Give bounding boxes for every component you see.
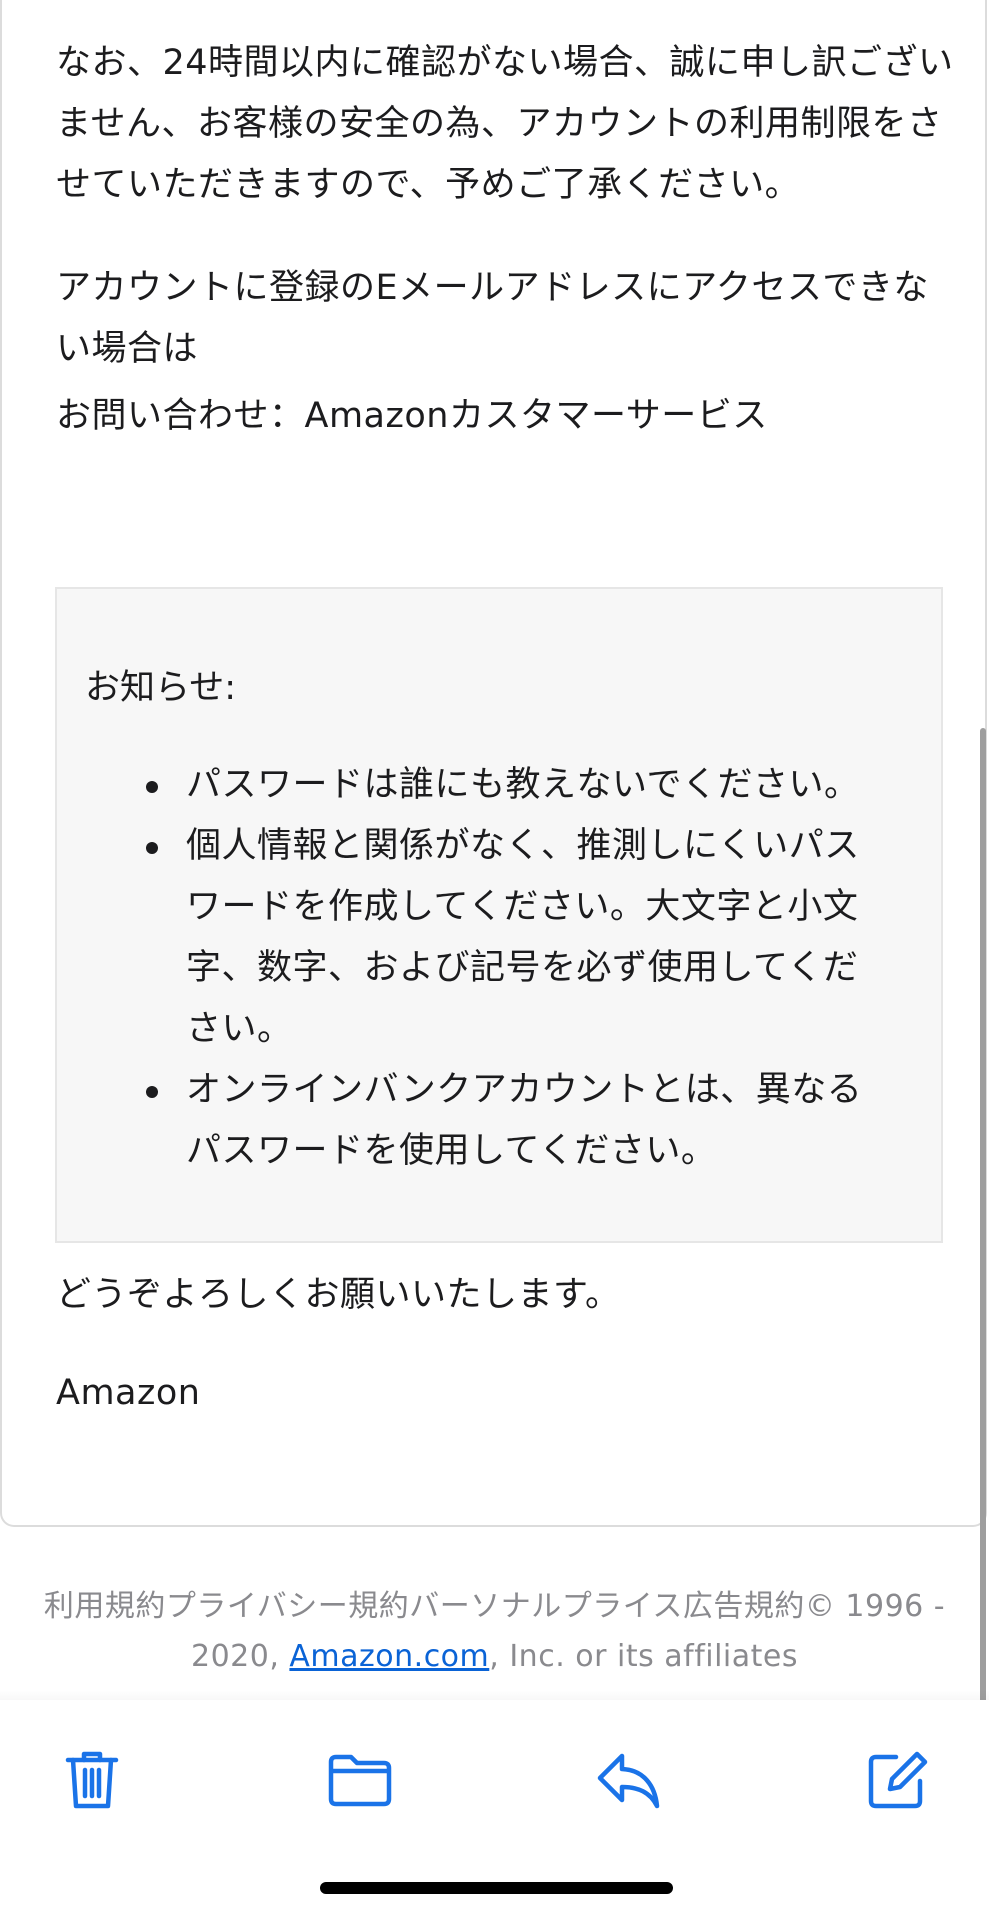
bullet-icon — [146, 1086, 158, 1098]
paragraph-account-restriction: なお、24時間以内に確認がない場合、誠に申し訳ございません、お客様の安全の為、ア… — [56, 43, 954, 205]
notice-title: お知らせ: — [85, 668, 237, 708]
folder-icon — [328, 1754, 392, 1807]
legal-footer: 利用規約プライバシー規約バーソナルプライス広告規約© 1996 - 2020, … — [40, 1582, 949, 1682]
trash-icon — [65, 1751, 119, 1809]
bullet-icon — [146, 781, 158, 793]
email-body: なお、24時間以内に確認がない場合、誠に申し訳ございません、お客様の安全の為、ア… — [0, 0, 987, 1527]
amazon-link[interactable]: Amazon.com — [289, 1639, 489, 1674]
footer-text-suffix: , Inc. or its affiliates — [489, 1639, 798, 1674]
reply-button[interactable] — [594, 1745, 664, 1815]
compose-button[interactable] — [862, 1745, 932, 1815]
notice-list: パスワードは誰にも教えないでください。 個人情報と関係がなく、推測しにくいパスワ… — [57, 755, 915, 1182]
notice-item: パスワードは誰にも教えないでください。 — [57, 755, 915, 816]
home-indicator[interactable] — [320, 1882, 673, 1894]
notice-item: 個人情報と関係がなく、推測しにくいパスワードを作成してください。大文字と小文字、… — [57, 816, 915, 1060]
scrollbar[interactable] — [980, 728, 986, 1703]
reply-icon — [597, 1753, 660, 1809]
compose-icon — [868, 1751, 928, 1809]
trash-button[interactable] — [57, 1745, 127, 1815]
signature: Amazon — [56, 1373, 201, 1413]
paragraph-contact: お問い合わせ：Amazonカスタマーサービス — [56, 396, 768, 436]
bullet-icon — [146, 842, 158, 854]
notice-item-text: パスワードは誰にも教えないでください。 — [186, 765, 860, 805]
notice-item: オンラインバンクアカウントとは、異なるパスワードを使用してください。 — [57, 1060, 915, 1182]
move-to-folder-button[interactable] — [325, 1745, 395, 1815]
paragraph-email-access: アカウントに登録のEメールアドレスにアクセスできない場合は — [56, 268, 929, 369]
notice-item-text: オンラインバンクアカウントとは、異なるパスワードを使用してください。 — [186, 1070, 863, 1171]
notice-item-text: 個人情報と関係がなく、推測しにくいパスワードを作成してください。大文字と小文字、… — [186, 826, 860, 1049]
closing-text: どうぞよろしくお願いいたします。 — [56, 1275, 621, 1315]
notice-box: お知らせ: パスワードは誰にも教えないでください。 個人情報と関係がなく、推測し… — [55, 587, 943, 1243]
